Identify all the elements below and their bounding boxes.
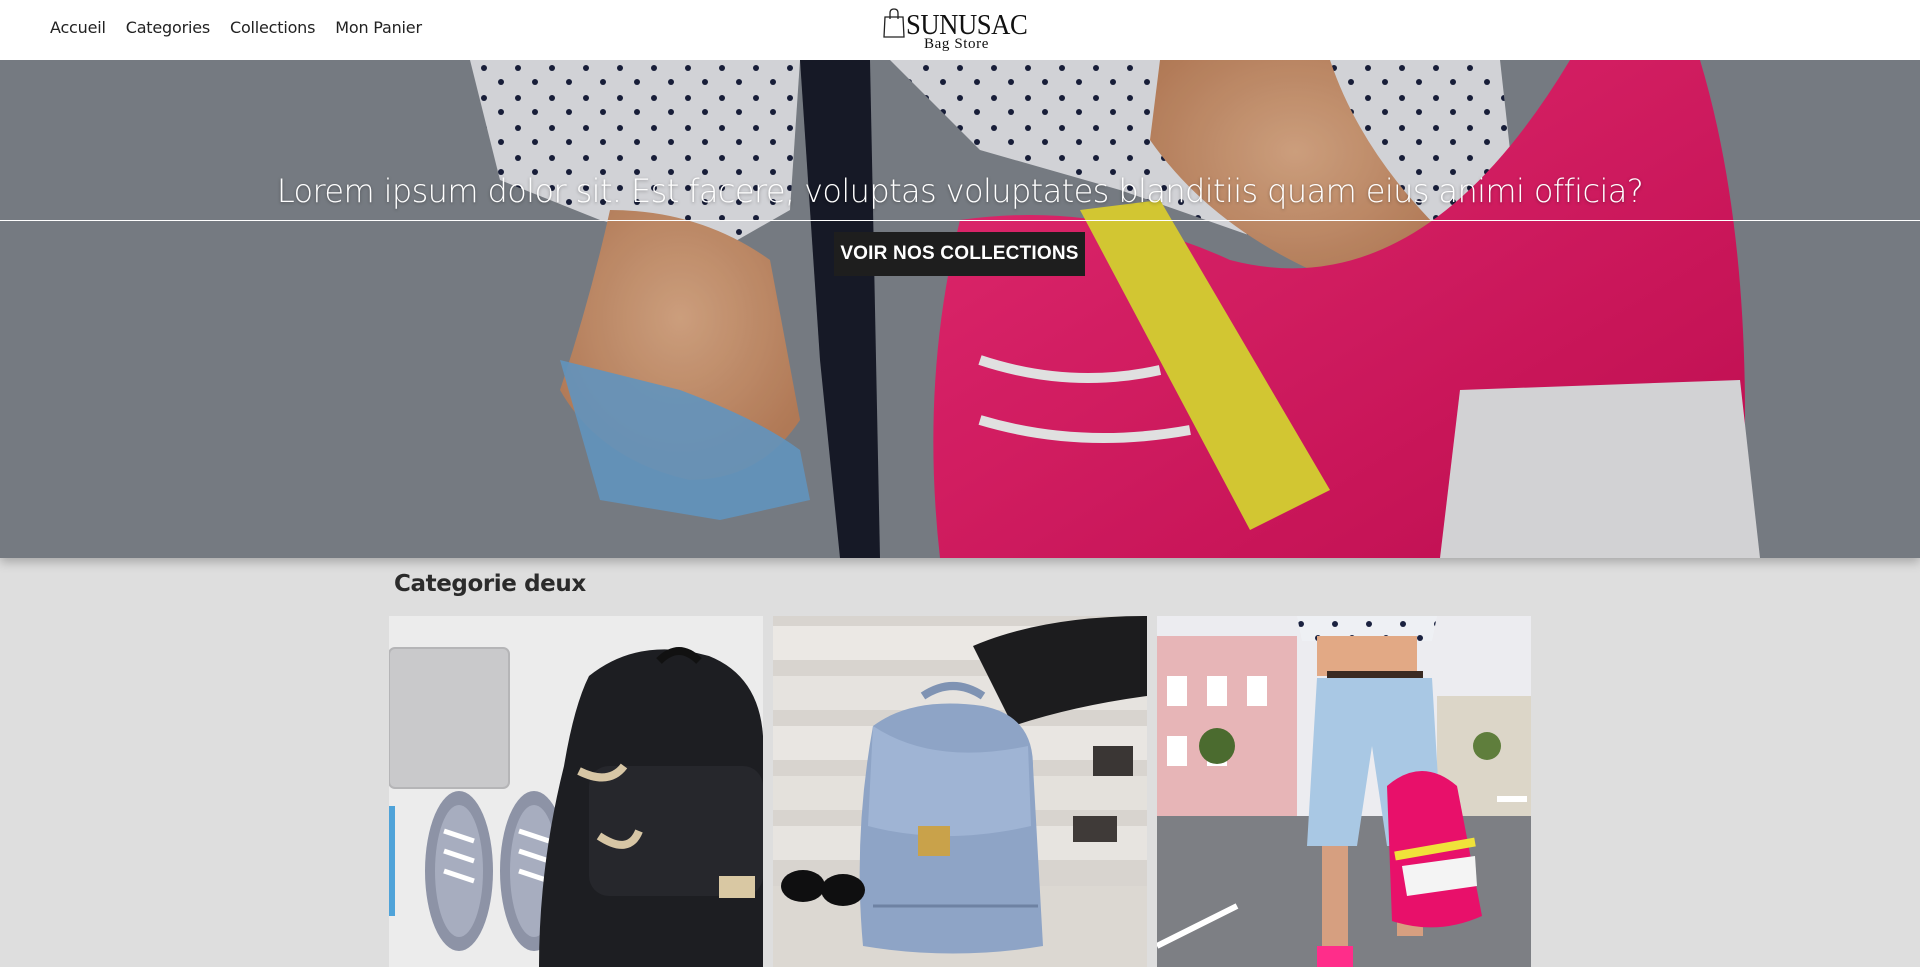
product-grid (389, 616, 1531, 967)
shopping-bag-icon (883, 8, 905, 38)
nav-link-categories[interactable]: Categories (126, 18, 210, 37)
hero-background-photo (0, 60, 1920, 558)
product-card-3[interactable] (1157, 616, 1531, 967)
product-image-blue-backpack (773, 616, 1147, 967)
nav-link-collections[interactable]: Collections (230, 18, 315, 37)
site-header: Accueil Categories Collections Mon Panie… (0, 0, 1920, 60)
hero-banner: Lorem ipsum dolor sit. Est facere, volup… (0, 60, 1920, 558)
product-card-1[interactable] (389, 616, 763, 967)
product-card-2[interactable] (773, 616, 1147, 967)
brand-logo[interactable]: SUNUSAC Bag Store (882, 6, 1042, 54)
hero-title: Lorem ipsum dolor sit. Est facere, volup… (276, 172, 1644, 210)
product-image-black-backpack (389, 616, 763, 967)
product-image-pink-backpack (1157, 616, 1531, 967)
hero-divider-line (0, 220, 1920, 221)
voir-collections-button[interactable]: VOIR NOS COLLECTIONS (834, 232, 1085, 276)
nav-link-accueil[interactable]: Accueil (50, 18, 106, 37)
brand-tagline: Bag Store (924, 36, 989, 52)
main-nav: Accueil Categories Collections Mon Panie… (50, 18, 422, 37)
nav-link-mon-panier[interactable]: Mon Panier (335, 18, 422, 37)
category-title: Categorie deux (394, 571, 586, 597)
